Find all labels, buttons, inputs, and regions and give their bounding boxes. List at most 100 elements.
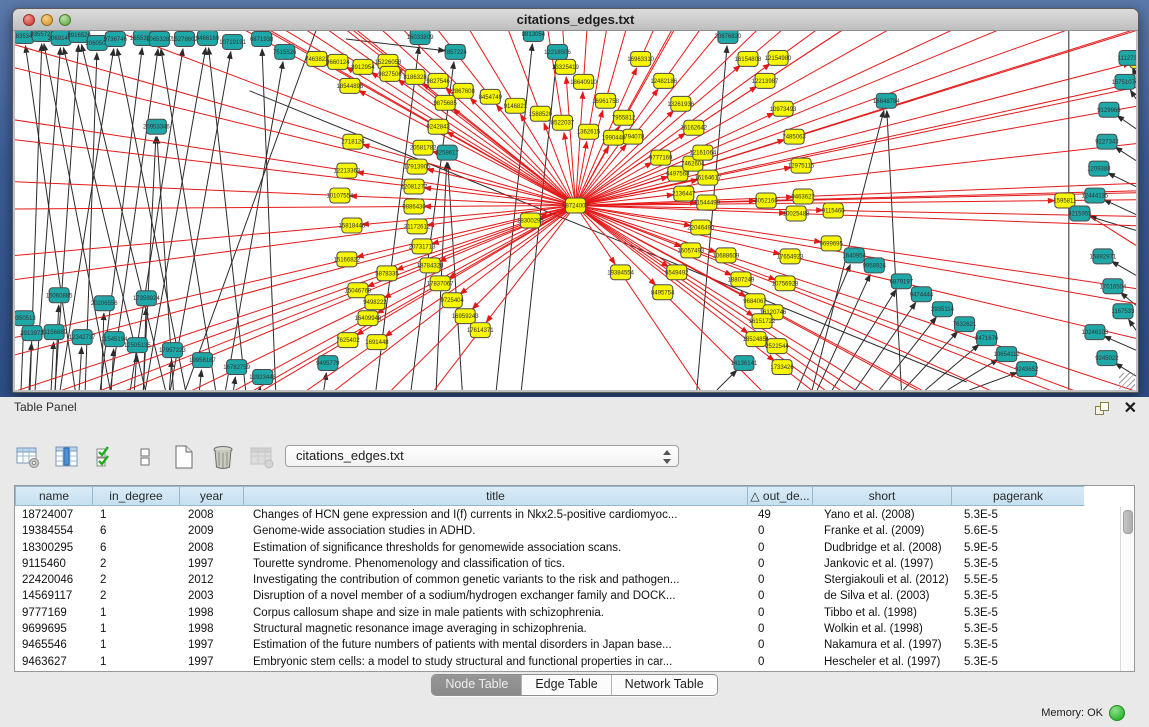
table-cell[interactable]: 14569117 [15, 588, 93, 604]
table-cell[interactable]: Franke et al. (2009) [817, 523, 957, 539]
show-columns-button[interactable] [53, 443, 81, 471]
table-cell[interactable]: 9699695 [15, 621, 93, 637]
table-cell[interactable]: 0 [751, 556, 817, 572]
table-cell[interactable]: Changes of HCN gene expression and I(f) … [246, 507, 751, 523]
table-cell[interactable]: 2012 [181, 572, 246, 588]
column-header-title[interactable]: title [243, 486, 748, 506]
table-cell[interactable]: 9465546 [15, 637, 93, 653]
minimize-button[interactable] [41, 14, 53, 26]
table-cell[interactable]: Structural magnetic resonance image aver… [246, 621, 751, 637]
table-row[interactable]: 1456911722003Disruption of a novel membe… [15, 588, 1091, 604]
scrollbar-thumb[interactable] [1123, 510, 1133, 534]
table-cell[interactable]: 5.3E-5 [957, 556, 1091, 572]
table-cell[interactable]: 2 [93, 556, 181, 572]
network-view[interactable]: 1872400718300295193845549777169649756874… [15, 31, 1136, 390]
table-cell[interactable]: 9463627 [15, 654, 93, 670]
resize-grip-icon[interactable] [1119, 373, 1135, 389]
citation-network-canvas[interactable]: 1872400718300295193845549777169649756874… [15, 31, 1136, 390]
column-header-pagerank[interactable]: pagerank [951, 486, 1085, 506]
delete-table-button[interactable] [209, 443, 237, 471]
table-row[interactable]: 946554611997Estimation of the future num… [15, 637, 1091, 653]
window-titlebar[interactable]: citations_edges.txt [13, 9, 1138, 31]
table-cell[interactable]: 22420046 [15, 572, 93, 588]
table-cell[interactable]: 19384554 [15, 523, 93, 539]
float-window-icon[interactable] [1095, 402, 1109, 415]
table-cell[interactable]: 1 [93, 621, 181, 637]
table-cell[interactable]: Tibbo et al. (1998) [817, 605, 957, 621]
table-cell[interactable]: 2008 [181, 540, 246, 556]
table-cell[interactable]: Stergiakouli et al. (2012) [817, 572, 957, 588]
column-header-year[interactable]: year [179, 486, 244, 506]
table-cell[interactable]: 1997 [181, 556, 246, 572]
table-cell[interactable]: Estimation of significance thresholds fo… [246, 540, 751, 556]
table-cell[interactable]: 1998 [181, 621, 246, 637]
table-cell[interactable]: Estimation of the future numbers of pati… [246, 637, 751, 653]
table-cell[interactable]: 2009 [181, 523, 246, 539]
tab-edge-table[interactable]: Edge Table [521, 675, 610, 695]
table-cell[interactable]: 0 [751, 572, 817, 588]
table-cell[interactable]: 1997 [181, 654, 246, 670]
table-row[interactable]: 969969511998Structural magnetic resonanc… [15, 621, 1091, 637]
table-cell[interactable]: Jankovic et al. (1997) [817, 556, 957, 572]
table-cell[interactable]: 5.3E-5 [957, 654, 1091, 670]
new-table-button[interactable] [170, 443, 198, 471]
table-cell[interactable]: 5.3E-5 [957, 588, 1091, 604]
table-select-dropdown[interactable]: citations_edges.txt [285, 445, 679, 467]
table-cell[interactable]: 0 [751, 654, 817, 670]
zoom-button[interactable] [59, 14, 71, 26]
table-cell[interactable]: Hescheler et al. (1997) [817, 654, 957, 670]
tab-node-table[interactable]: Node Table [432, 675, 521, 695]
table-cell[interactable]: Disruption of a novel member of a sodium… [246, 588, 751, 604]
table-row[interactable]: 1872400712008Changes of HCN gene express… [15, 507, 1091, 523]
column-header-out-de-[interactable]: △ out_de... [747, 486, 813, 506]
table-cell[interactable]: 9115460 [15, 556, 93, 572]
tab-network-table[interactable]: Network Table [611, 675, 717, 695]
table-cell[interactable]: 5.6E-5 [957, 523, 1091, 539]
table-cell[interactable]: 0 [751, 621, 817, 637]
table-cell[interactable]: 18724007 [15, 507, 93, 523]
table-cell[interactable]: Wolkin et al. (1998) [817, 621, 957, 637]
table-cell[interactable]: 6 [93, 540, 181, 556]
table-cell[interactable]: 0 [751, 523, 817, 539]
row-height-button[interactable] [131, 443, 159, 471]
table-cell[interactable]: 5.5E-5 [957, 572, 1091, 588]
table-row[interactable]: 911546021997Tourette syndrome. Phenomeno… [15, 556, 1091, 572]
close-button[interactable] [23, 14, 35, 26]
table-cell[interactable]: 5.3E-5 [957, 507, 1091, 523]
table-cell[interactable]: Tourette syndrome. Phenomenology and cla… [246, 556, 751, 572]
close-panel-icon[interactable]: ✕ [1124, 398, 1137, 418]
table-cell[interactable]: 2003 [181, 588, 246, 604]
table-cell[interactable]: 9777169 [15, 605, 93, 621]
table-cell[interactable]: 1 [93, 654, 181, 670]
table-cell[interactable]: 6 [93, 523, 181, 539]
table-cell[interactable]: Yano et al. (2008) [817, 507, 957, 523]
table-cell[interactable]: 49 [751, 507, 817, 523]
table-cell[interactable]: 5.3E-5 [957, 605, 1091, 621]
table-cell[interactable]: Corpus callosum shape and size in male p… [246, 605, 751, 621]
memory-status-dot[interactable] [1109, 705, 1125, 721]
table-cell[interactable]: 0 [751, 605, 817, 621]
column-header-name[interactable]: name [15, 486, 93, 506]
table-cell[interactable]: 1 [93, 507, 181, 523]
table-cell[interactable]: 0 [751, 637, 817, 653]
table-cell[interactable]: 5.3E-5 [957, 621, 1091, 637]
table-row[interactable]: 946362711997Embryonic stem cells: a mode… [15, 654, 1091, 670]
table-cell[interactable]: 2 [93, 572, 181, 588]
table-cell[interactable]: 1997 [181, 637, 246, 653]
table-cell[interactable]: 1 [93, 605, 181, 621]
table-cell[interactable]: Dudbridge et al. (2008) [817, 540, 957, 556]
table-cell[interactable]: 1 [93, 637, 181, 653]
table-cell[interactable]: 1998 [181, 605, 246, 621]
select-all-button[interactable] [92, 443, 120, 471]
table-cell[interactable]: 18300295 [15, 540, 93, 556]
table-cell[interactable]: 5.9E-5 [957, 540, 1091, 556]
table-row[interactable]: 1830029562008Estimation of significance … [15, 540, 1091, 556]
table-cell[interactable]: Nakamura et al. (1997) [817, 637, 957, 653]
table-cell[interactable]: Genome-wide association studies in ADHD. [246, 523, 751, 539]
table-cell[interactable]: 2008 [181, 507, 246, 523]
table-cell[interactable]: 0 [751, 588, 817, 604]
table-scrollbar[interactable] [1120, 507, 1133, 671]
table-cell[interactable]: Investigating the contribution of common… [246, 572, 751, 588]
table-cell[interactable]: Embryonic stem cells: a model to study s… [246, 654, 751, 670]
table-row[interactable]: 2242004622012Investigating the contribut… [15, 572, 1091, 588]
